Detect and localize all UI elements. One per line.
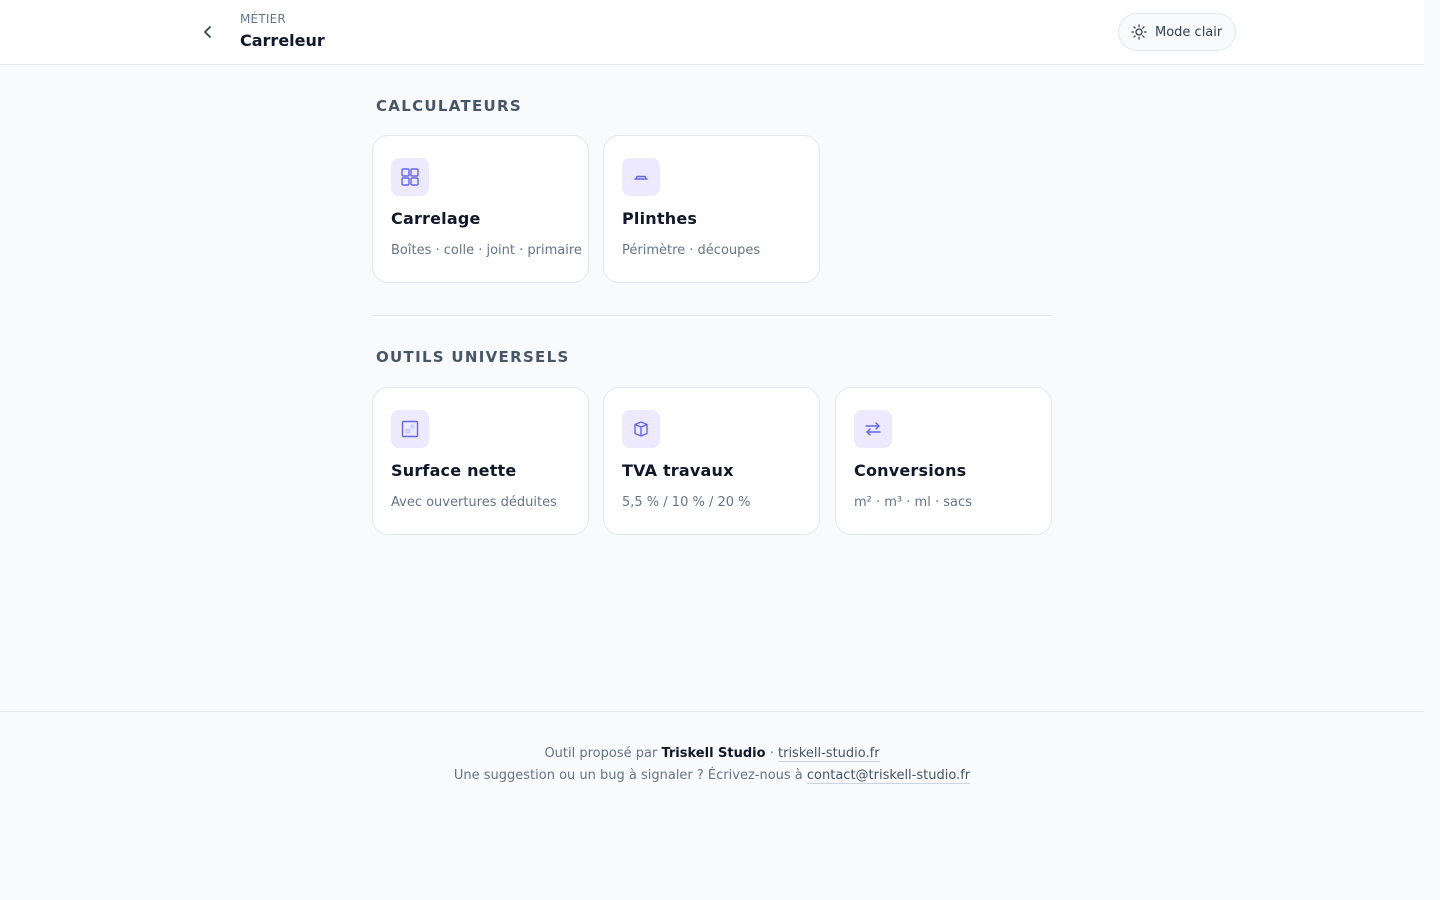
header-titles: MÉTIER Carreleur bbox=[240, 12, 325, 51]
theme-toggle-button[interactable]: Mode clair bbox=[1118, 13, 1236, 51]
card-title: TVA travaux bbox=[622, 461, 734, 480]
card-carrelage[interactable]: Carrelage Boîtes · colle · joint · prima… bbox=[372, 135, 589, 283]
footer-credit: Outil proposé par Triskell Studio · tris… bbox=[0, 746, 1424, 762]
header-eyebrow: MÉTIER bbox=[240, 12, 286, 26]
section-divider bbox=[372, 315, 1052, 316]
footer-contact-prefix: Une suggestion ou un bug à signaler ? Éc… bbox=[453, 768, 803, 783]
footer: Outil proposé par Triskell Studio · tris… bbox=[0, 711, 1424, 900]
card-subtitle: Périmètre · découpes bbox=[622, 243, 761, 258]
surface-icon bbox=[391, 410, 429, 448]
tiles-grid-icon bbox=[391, 158, 429, 196]
card-subtitle: Avec ouvertures déduites bbox=[391, 495, 557, 510]
card-subtitle: m² · m³ · ml · sacs bbox=[854, 495, 972, 510]
footer-credit-prefix: Outil proposé par bbox=[544, 746, 658, 761]
card-surface-nette[interactable]: Surface nette Avec ouvertures déduites bbox=[372, 387, 589, 535]
card-plinthes[interactable]: Plinthes Périmètre · découpes bbox=[603, 135, 820, 283]
card-title: Conversions bbox=[854, 461, 967, 480]
card-conversions[interactable]: Conversions m² · m³ · ml · sacs bbox=[835, 387, 1052, 535]
card-subtitle: 5,5 % / 10 % / 20 % bbox=[622, 495, 751, 510]
card-title: Plinthes bbox=[622, 209, 698, 228]
footer-website-link[interactable]: triskell-studio.fr bbox=[778, 746, 880, 762]
footer-contact: Une suggestion ou un bug à signaler ? Éc… bbox=[0, 768, 1424, 784]
top-bar: MÉTIER Carreleur Mode clair bbox=[0, 0, 1424, 65]
baseboard-icon bbox=[622, 158, 660, 196]
page-title: Carreleur bbox=[240, 31, 325, 50]
card-tva-travaux[interactable]: TVA travaux 5,5 % / 10 % / 20 % bbox=[603, 387, 820, 535]
footer-brand: Triskell Studio bbox=[661, 746, 766, 761]
footer-email-link[interactable]: contact@triskell-studio.fr bbox=[806, 768, 971, 784]
back-button[interactable] bbox=[196, 20, 220, 44]
chevron-left-icon bbox=[204, 26, 211, 38]
card-title: Carrelage bbox=[391, 209, 481, 228]
theme-toggle-label: Mode clair bbox=[1155, 24, 1223, 40]
box-3d-icon bbox=[622, 410, 660, 448]
footer-disclaimer-clipped bbox=[0, 800, 1424, 806]
footer-separator: · bbox=[769, 746, 774, 761]
sun-icon bbox=[1131, 24, 1147, 40]
swap-arrows-icon bbox=[854, 410, 892, 448]
card-subtitle: Boîtes · colle · joint · primaire bbox=[391, 243, 582, 258]
section-title-universal-tools: OUTILS UNIVERSELS bbox=[376, 348, 570, 366]
section-title-calculators: CALCULATEURS bbox=[376, 97, 522, 115]
card-title: Surface nette bbox=[391, 461, 517, 480]
